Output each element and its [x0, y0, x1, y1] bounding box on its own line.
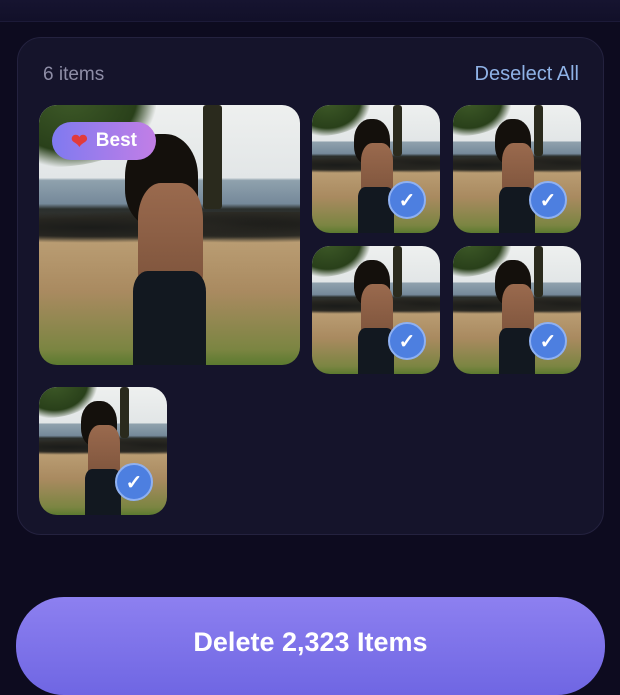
heart-icon: ❤ [71, 130, 88, 153]
check-icon[interactable]: ✓ [529, 181, 567, 219]
palm-trunk [533, 246, 543, 298]
photo-tile[interactable]: ✓ [312, 105, 440, 233]
photo-tile-best[interactable]: ❤ Best [39, 105, 300, 365]
item-count: 6 items [43, 64, 105, 85]
palm-trunk [119, 387, 129, 439]
check-icon[interactable]: ✓ [529, 322, 567, 360]
best-badge-label: Best [95, 130, 137, 151]
photo-image [453, 246, 581, 374]
photo-tile[interactable]: ✓ [312, 246, 440, 374]
photo-image [453, 105, 581, 233]
similar-photos-card: 6 items Deselect All ❤ Best ✓ ✓ ✓ ✓ ✓ [17, 37, 604, 535]
photo-tile[interactable]: ✓ [39, 387, 167, 515]
check-icon[interactable]: ✓ [388, 181, 426, 219]
palm-trunk [392, 246, 402, 298]
best-badge: ❤ Best [52, 122, 156, 160]
check-icon[interactable]: ✓ [115, 463, 153, 501]
palm-trunk [533, 105, 543, 157]
top-panel-edge [0, 0, 620, 22]
photo-image [312, 105, 440, 233]
check-icon[interactable]: ✓ [388, 322, 426, 360]
photo-tile[interactable]: ✓ [453, 105, 581, 233]
delete-items-button[interactable]: Delete 2,323 Items [16, 597, 605, 695]
photo-tile[interactable]: ✓ [453, 246, 581, 374]
palm-trunk [392, 105, 402, 157]
photo-image [39, 387, 167, 515]
palm-trunk [203, 105, 222, 209]
deselect-all-button[interactable]: Deselect All [475, 63, 580, 86]
photo-image [312, 246, 440, 374]
person-dress [132, 271, 207, 365]
